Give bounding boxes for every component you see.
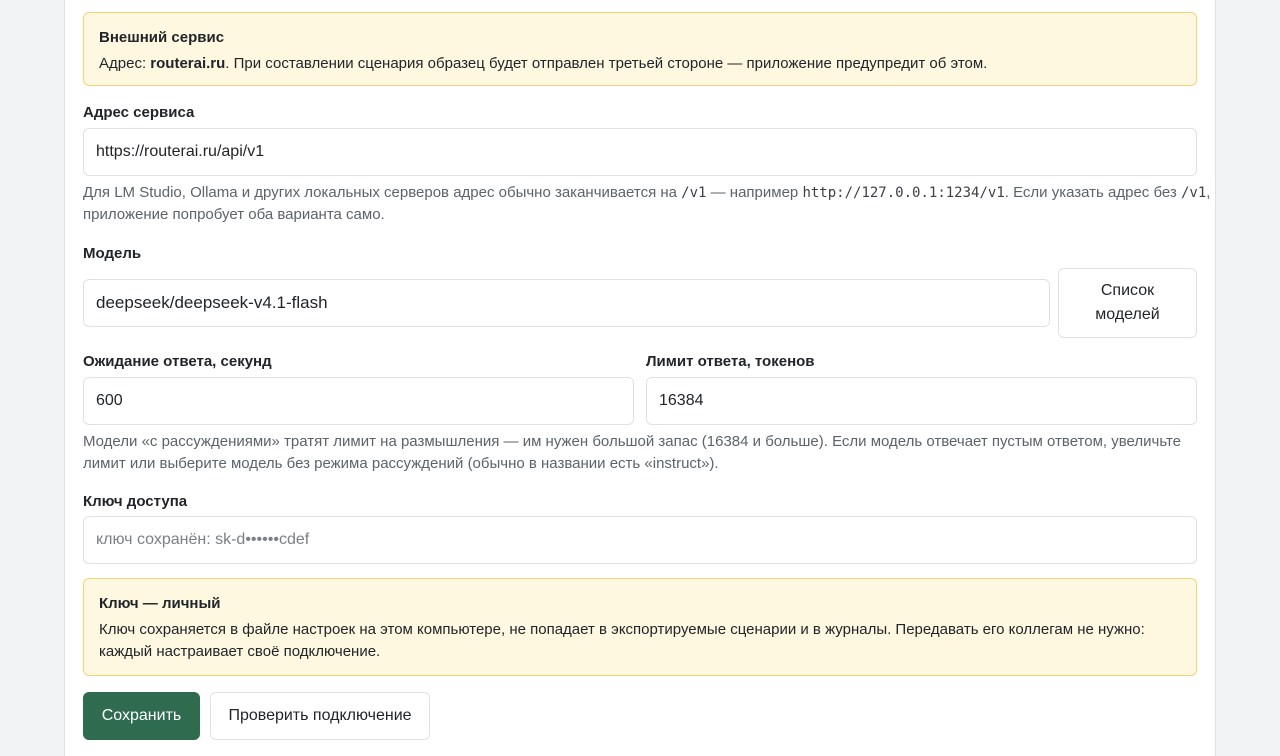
external-service-alert: Внешний сервис Адрес: routerai.ru. При с… [83,12,1197,86]
test-connection-button[interactable]: Проверить подключение [210,692,430,740]
external-service-title: Внешний сервис [99,29,225,46]
model-label: Модель [83,245,142,262]
key-private-title: Ключ — личный [99,595,221,612]
token-limit-label: Лимит ответа, токенов [646,353,815,370]
service-url-label: Адрес сервиса [83,104,195,121]
service-host: routerai.ru [150,55,226,72]
key-private-alert: Ключ — личный Ключ сохраняется в файле н… [83,578,1197,676]
service-url-input[interactable] [83,128,1197,176]
timeout-label: Ожидание ответа, секунд [83,353,272,370]
external-service-text: Адрес: routerai.ru. При составлении сцен… [99,53,987,75]
api-key-input[interactable] [83,516,1197,564]
token-limit-input[interactable] [646,377,1197,425]
save-button[interactable]: Сохранить [83,692,200,740]
token-limit-help: Модели «с рассуждениями» тратят лимит на… [83,433,1182,472]
api-key-label: Ключ доступа [83,493,188,510]
model-list-button[interactable]: Список моделей [1058,268,1197,338]
service-url-help: Для LM Studio, Ollama и других локальных… [83,184,1211,223]
model-input[interactable] [83,279,1050,327]
timeout-input[interactable] [83,377,634,425]
address-prefix: Адрес: [99,55,151,72]
key-private-text: Ключ сохраняется в файле настроек на это… [99,621,1145,660]
address-suffix: . При составлении сценария образец будет… [225,55,988,72]
